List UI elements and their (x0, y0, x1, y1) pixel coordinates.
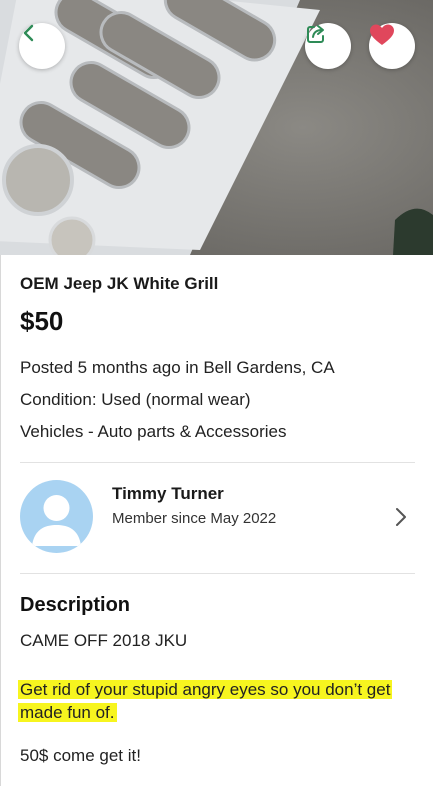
listing-price: $50 (20, 306, 64, 336)
posted-info: Posted 5 months ago in Bell Gardens, CA (20, 358, 335, 377)
back-button[interactable] (19, 23, 65, 69)
highlighted-description: Get rid of your stupid angry eyes so you… (18, 678, 418, 724)
chevron-right-icon (394, 506, 408, 533)
listing-photo[interactable] (0, 0, 433, 255)
divider (20, 573, 415, 574)
user-placeholder-icon (32, 495, 81, 546)
heart-icon (370, 24, 394, 45)
highlighted-text: Get rid of your stupid angry eyes so you… (18, 680, 393, 722)
description-line: CAME OFF 2018 JKU (20, 631, 188, 650)
favorite-button[interactable] (369, 23, 415, 69)
seller-name: Timmy Turner (112, 484, 224, 503)
description-heading: Description (20, 594, 131, 616)
avatar (20, 480, 93, 553)
chevron-left-icon (23, 24, 34, 42)
member-since: Member since May 2022 (112, 510, 277, 527)
description-line: 50$ come get it! (20, 746, 141, 765)
condition-info: Condition: Used (normal wear) (20, 390, 251, 409)
share-button[interactable] (305, 23, 351, 69)
listing-title: OEM Jeep JK White Grill (20, 274, 219, 293)
share-icon (307, 25, 324, 43)
category-link[interactable]: Vehicles - Auto parts & Accessories (20, 422, 286, 442)
seller-card[interactable]: Timmy Turner Member since May 2022 (0, 463, 433, 573)
